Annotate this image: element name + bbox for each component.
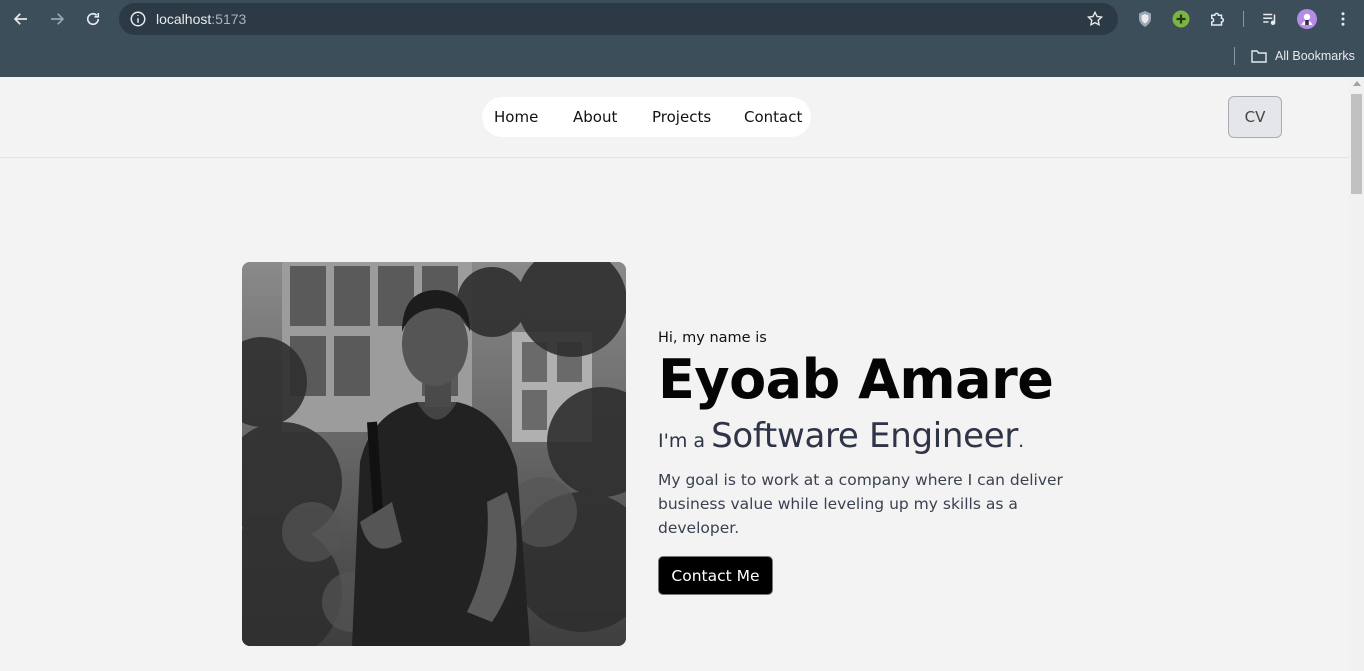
- folder-icon[interactable]: [1251, 48, 1267, 63]
- nav-projects[interactable]: Projects: [652, 108, 711, 126]
- nav-home[interactable]: Home: [494, 108, 538, 126]
- role-suffix: .: [1018, 430, 1025, 452]
- bookmarks-divider: [1234, 47, 1235, 65]
- cv-button[interactable]: CV: [1228, 96, 1282, 138]
- nav-about[interactable]: About: [573, 108, 617, 126]
- site-header: Home About Projects Contact CV: [0, 77, 1349, 158]
- address-bar[interactable]: localhost:5173: [119, 3, 1118, 35]
- media-icon[interactable]: [1260, 9, 1280, 29]
- goal-text: My goal is to work at a company where I …: [658, 471, 1063, 537]
- contact-me-button[interactable]: Contact Me: [658, 556, 773, 595]
- browser-chrome: localhost:5173 All Bookmarks: [0, 0, 1364, 77]
- toolbar-divider: [1243, 11, 1244, 27]
- shield-extension-icon[interactable]: [1135, 9, 1155, 29]
- profile-photo: [242, 262, 626, 646]
- scroll-up-arrow[interactable]: [1353, 81, 1361, 86]
- hero-name: Eyoab Amare: [658, 348, 1054, 411]
- profile-avatar[interactable]: [1297, 9, 1317, 29]
- role-line: I'm a Software Engineer.: [658, 416, 1118, 456]
- page-scrollbar[interactable]: [1349, 77, 1364, 671]
- web-page: Home About Projects Contact CV Hi, my na…: [0, 77, 1349, 671]
- greeting-text: Hi, my name is: [658, 330, 767, 346]
- hero-section: Hi, my name is Eyoab Amare I'm a Softwar…: [658, 330, 1118, 595]
- star-icon[interactable]: [1086, 10, 1104, 28]
- plus-extension-icon[interactable]: [1171, 9, 1191, 29]
- more-icon[interactable]: [1333, 9, 1353, 29]
- info-icon[interactable]: [129, 10, 147, 28]
- forward-icon[interactable]: [47, 9, 67, 29]
- nav-contact[interactable]: Contact: [744, 108, 802, 126]
- browser-toolbar: localhost:5173: [0, 0, 1364, 38]
- main-nav: Home About Projects Contact: [482, 97, 811, 137]
- role-prefix: I'm a: [658, 430, 712, 452]
- back-icon[interactable]: [11, 9, 31, 29]
- scroll-thumb[interactable]: [1351, 94, 1362, 194]
- url-text[interactable]: localhost:5173: [156, 11, 246, 27]
- reload-icon[interactable]: [83, 9, 103, 29]
- all-bookmarks-link[interactable]: All Bookmarks: [1275, 49, 1355, 63]
- bookmarks-bar: All Bookmarks: [0, 38, 1364, 77]
- puzzle-icon[interactable]: [1207, 9, 1227, 29]
- role-title: Software Engineer: [711, 416, 1019, 456]
